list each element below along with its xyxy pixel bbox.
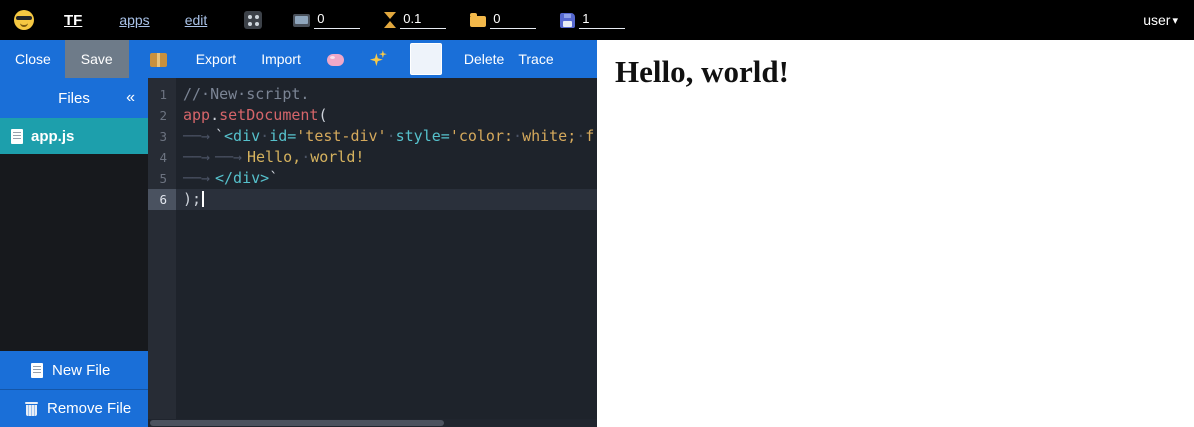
preview-heading: Hello, world! (615, 54, 1194, 90)
line-number: 5 (148, 168, 176, 189)
monitor-icon (293, 14, 310, 27)
code-editor: 1//·New·script.2app.setDocument(3──→`<di… (148, 78, 597, 427)
trace-button[interactable]: Trace (518, 51, 553, 67)
caret-down-icon: ▾ (1172, 14, 1178, 27)
disk-counter[interactable]: 1 (560, 11, 625, 29)
code-line[interactable]: 3──→`<div·id='test-div'·style='color:·wh… (148, 126, 597, 147)
remove-file-label: Remove File (47, 400, 131, 417)
line-number: 3 (148, 126, 176, 147)
home-link[interactable]: TF (64, 12, 82, 29)
code-line[interactable]: 2app.setDocument( (148, 105, 597, 126)
preview-pane: Hello, world! (597, 40, 1194, 427)
sunglasses-logo-icon[interactable] (14, 10, 34, 30)
code-line[interactable]: 6); (148, 189, 597, 210)
file-name: app.js (31, 128, 74, 145)
files-sidebar: Files « app.js New File Remove File (0, 78, 148, 427)
hourglass-icon (384, 12, 396, 28)
apps-link[interactable]: apps (119, 12, 149, 28)
new-file-button[interactable]: New File (0, 351, 148, 389)
sparkles-icon (370, 50, 388, 68)
sidebar-filler (0, 154, 148, 351)
stat-value[interactable]: 0 (490, 11, 536, 29)
soap-icon (327, 54, 344, 66)
blank-button[interactable] (410, 43, 442, 75)
line-number: 6 (148, 189, 176, 210)
close-button[interactable]: Close (15, 51, 51, 67)
new-file-label: New File (52, 362, 110, 379)
save-button[interactable]: Save (65, 40, 129, 78)
user-menu-label: user (1143, 12, 1170, 28)
new-document-icon (31, 363, 43, 378)
line-number: 2 (148, 105, 176, 126)
package-icon (150, 53, 167, 67)
code-line[interactable]: 4──→──→Hello,·world! (148, 147, 597, 168)
folder-counter[interactable]: 0 (470, 11, 536, 29)
document-icon (11, 129, 23, 144)
line-number: 1 (148, 84, 176, 105)
horizontal-scrollbar[interactable] (148, 419, 597, 427)
folder-icon (470, 16, 486, 27)
text-cursor (202, 191, 204, 207)
files-header-title: Files (58, 90, 90, 107)
line-number: 4 (148, 147, 176, 168)
trash-icon (25, 401, 38, 416)
status-counters: 0 0.1 0 1 (269, 11, 625, 29)
file-item[interactable]: app.js (0, 118, 148, 154)
code-line[interactable]: 1//·New·script. (148, 84, 597, 105)
clean-button[interactable] (327, 51, 344, 67)
code-lines[interactable]: 1//·New·script.2app.setDocument(3──→`<di… (148, 78, 597, 210)
monitor-counter[interactable]: 0 (293, 11, 360, 29)
editor-toolbar: Close Save Export Import Delete Trace (0, 40, 597, 78)
file-list: app.js (0, 118, 148, 154)
stat-value[interactable]: 0.1 (400, 11, 446, 29)
code-line[interactable]: 5──→</div>` (148, 168, 597, 189)
edit-link[interactable]: edit (185, 12, 208, 28)
topbar: TF apps edit 0 0.1 0 1 user ▾ (0, 0, 1194, 40)
delete-button[interactable]: Delete (464, 51, 504, 67)
sparkles-button[interactable] (370, 50, 388, 68)
collapse-sidebar-icon[interactable]: « (126, 89, 135, 107)
control-knobs-icon[interactable] (244, 11, 262, 29)
timer-counter[interactable]: 0.1 (384, 11, 446, 29)
export-button[interactable]: Export (196, 51, 236, 67)
package-button[interactable] (150, 51, 167, 67)
stat-value[interactable]: 1 (579, 11, 625, 29)
floppy-disk-icon (560, 13, 575, 28)
user-menu[interactable]: user ▾ (1143, 12, 1178, 28)
files-header: Files « (0, 78, 148, 118)
remove-file-button[interactable]: Remove File (0, 389, 148, 427)
import-button[interactable]: Import (261, 51, 301, 67)
stat-value[interactable]: 0 (314, 11, 360, 29)
scrollbar-thumb[interactable] (150, 420, 444, 426)
